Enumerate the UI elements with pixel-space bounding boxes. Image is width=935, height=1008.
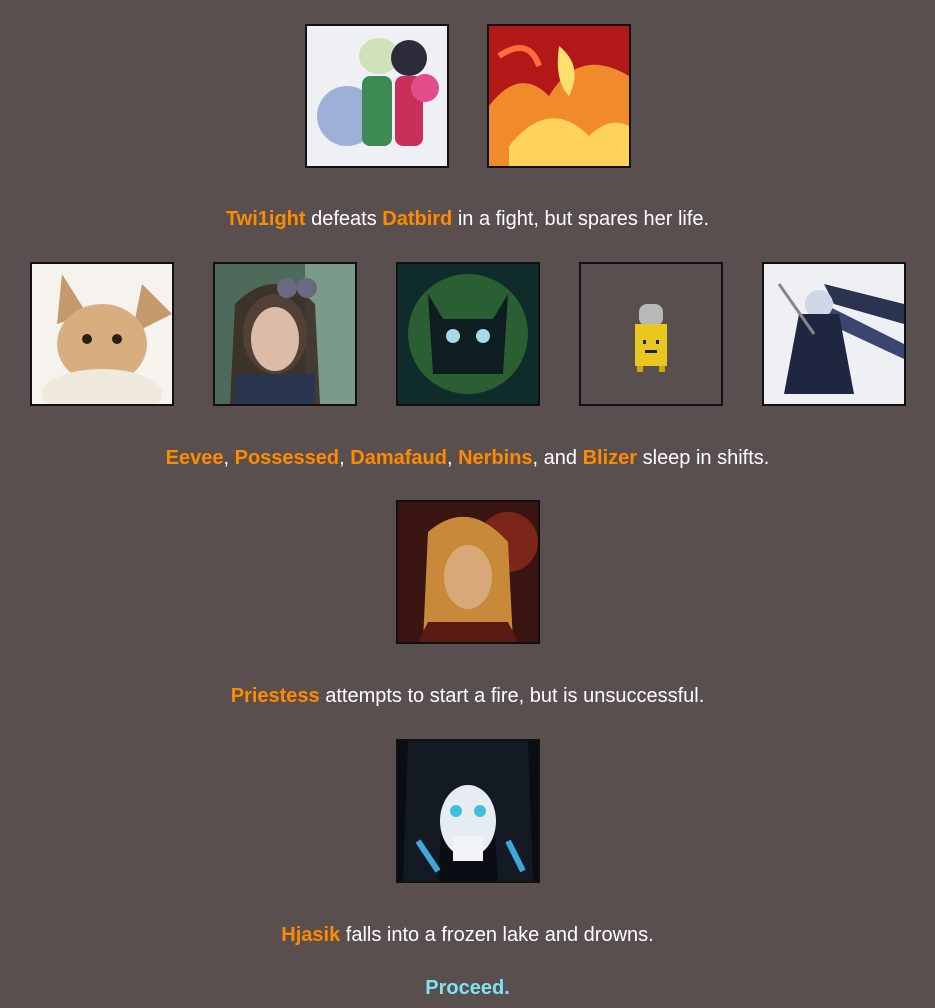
avatar-hjasik: [395, 739, 540, 883]
event4-tail: falls into a frozen lake and drowns.: [340, 924, 654, 946]
proceed-link[interactable]: Proceed.: [425, 977, 509, 999]
separator: ,: [446, 447, 459, 469]
avatar-damafaud: [395, 262, 540, 406]
tribute-name-datbird: Datbird: [382, 208, 453, 230]
event1-text-a: defeats: [305, 208, 383, 230]
avatar-possessed: [212, 262, 357, 406]
event1-text-b: in a fight, but spares her life.: [452, 208, 710, 230]
event2-text: Eevee, Possessed, Damafaud, Nerbins, and…: [0, 446, 935, 470]
event2-avatars: [0, 262, 935, 406]
event1-avatars: [0, 24, 935, 168]
avatar-eevee: [29, 262, 174, 406]
avatar-blizer: [761, 262, 906, 406]
avatar-nerbins: [578, 262, 723, 406]
event1-text: Twi1ight defeats Datbird in a fight, but…: [0, 207, 935, 231]
avatar-datbird: [486, 24, 631, 168]
event3-tail: attempts to start a fire, but is unsucce…: [319, 685, 705, 707]
tribute-name-blizer: Blizer: [582, 447, 638, 469]
separator: ,: [339, 447, 351, 469]
event2-tail: sleep in shifts.: [637, 447, 770, 469]
tribute-name-nerbins: Nerbins: [458, 447, 533, 469]
tribute-name-hjasik: Hjasik: [281, 924, 341, 946]
tribute-name-twi1ight: Twi1ight: [225, 208, 306, 230]
separator: ,: [223, 447, 235, 469]
event3-text: Priestess attempts to start a fire, but …: [0, 684, 935, 708]
event3-avatars: [0, 500, 935, 644]
avatar-priestess: [395, 500, 540, 644]
event4-text: Hjasik falls into a frozen lake and drow…: [0, 923, 935, 947]
tribute-name-possessed: Possessed: [234, 447, 340, 469]
tribute-name-damafaud: Damafaud: [350, 447, 447, 469]
tribute-name-eevee: Eevee: [165, 447, 224, 469]
separator-and: , and: [532, 447, 583, 469]
page: Twi1ight defeats Datbird in a fight, but…: [0, 0, 935, 1008]
event4-avatars: [0, 739, 935, 883]
avatar-twi1ight: [304, 24, 449, 168]
proceed-row: Proceed.: [0, 976, 935, 1000]
tribute-name-priestess: Priestess: [230, 685, 320, 707]
